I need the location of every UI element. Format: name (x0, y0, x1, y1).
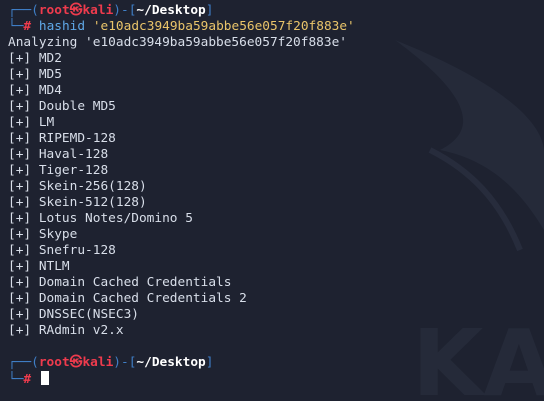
result-line: [+] MD5 (8, 67, 62, 82)
result-line: [+] Tiger-128 (8, 163, 109, 178)
result-line: [+] Double MD5 (8, 99, 116, 114)
command-argument: 'e10adc3949ba59abbe56e057f20f883e' (92, 19, 355, 34)
prompt-sign: # (23, 372, 32, 387)
prompt-header: ┌──(root㉿kali)-[~/Desktop] (8, 3, 214, 18)
prompt-at-symbol: ㉿ (69, 355, 83, 370)
result-line: [+] Snefru-128 (8, 243, 116, 258)
result-line: [+] MD4 (8, 83, 62, 98)
terminal-window[interactable]: ┌──(root㉿kali)-[~/Desktop] └─# hashid 'e… (0, 3, 544, 387)
result-line: [+] MD2 (8, 51, 62, 66)
prompt-user: root (38, 355, 70, 370)
command-line: └─# hashid 'e10adc3949ba59abbe56e057f20f… (8, 19, 355, 34)
result-line: [+] NTLM (8, 259, 70, 274)
result-line: [+] DNSSEC(NSEC3) (8, 307, 139, 322)
result-line: [+] Skein-256(128) (8, 179, 147, 194)
prompt-at-symbol: ㉿ (69, 3, 83, 18)
result-line: [+] Skype (8, 227, 78, 242)
result-line: [+] RAdmin v2.x (8, 323, 124, 338)
prompt-header: ┌──(root㉿kali)-[~/Desktop] (8, 355, 214, 370)
prompt-path: ~/Desktop (136, 3, 206, 18)
result-line: [+] Domain Cached Credentials 2 (8, 291, 247, 306)
result-line: [+] Domain Cached Credentials (8, 275, 232, 290)
text-cursor[interactable] (40, 371, 49, 385)
command-line-active[interactable]: └─# (0, 371, 544, 387)
prompt-host: kali (82, 355, 114, 370)
result-line: [+] Skein-512(128) (8, 195, 147, 210)
prompt-user: root (38, 3, 70, 18)
prompt-host: kali (82, 3, 114, 18)
result-line: [+] RIPEMD-128 (8, 131, 116, 146)
result-line: [+] Haval-128 (8, 147, 109, 162)
prompt-sign: # (23, 19, 32, 34)
result-line: [+] Lotus Notes/Domino 5 (8, 211, 193, 226)
command-name: hashid (38, 19, 86, 34)
prompt-path: ~/Desktop (136, 355, 206, 370)
analyzing-line: Analyzing 'e10adc3949ba59abbe56e057f20f8… (8, 35, 347, 50)
result-line: [+] LM (8, 115, 55, 130)
